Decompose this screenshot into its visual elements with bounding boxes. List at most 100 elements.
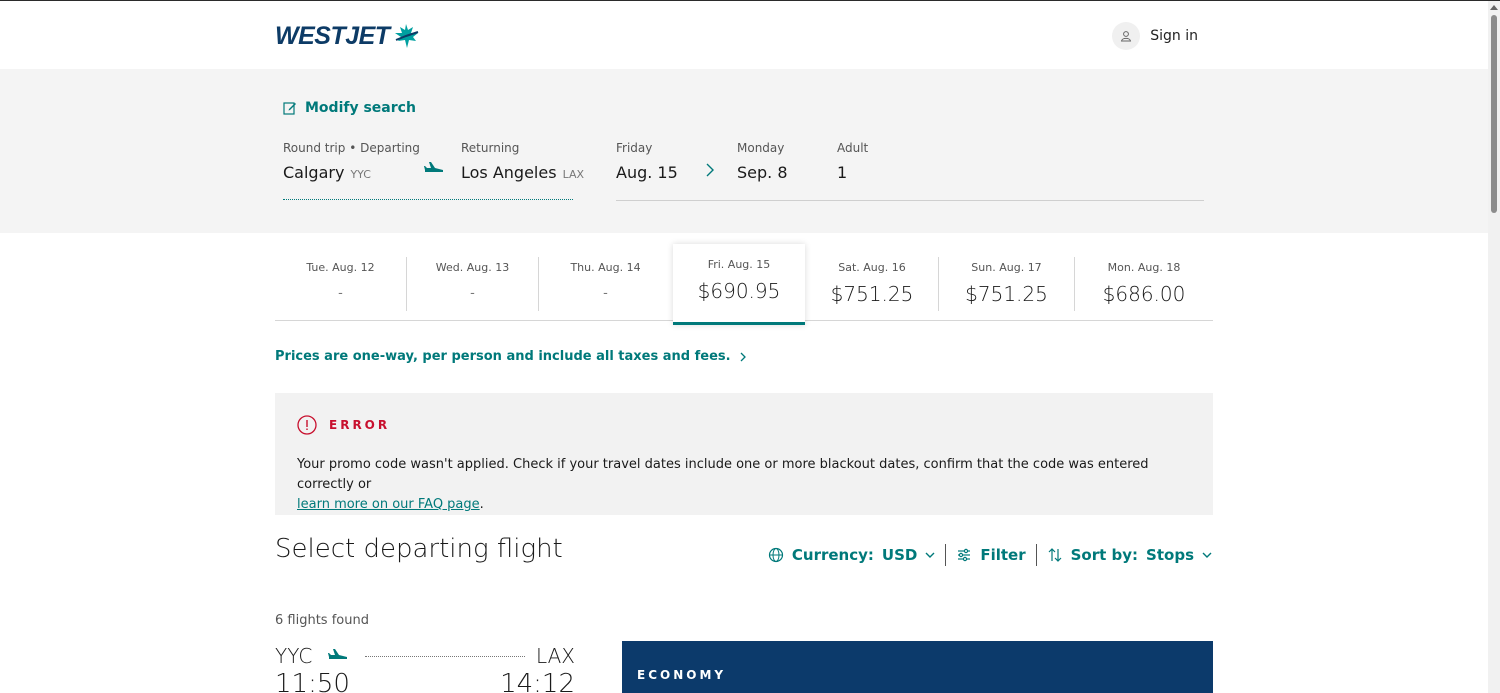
date-label: Thu. Aug. 14 [570,261,641,274]
return-date: Sep. 8 [737,163,788,182]
plane-icon [424,162,443,172]
scroll-up-arrow-icon[interactable] [1490,5,1498,10]
date-tab-selected[interactable]: Fri. Aug. 15 $690.95 [673,244,805,325]
sort-icon [1048,548,1062,562]
error-punct: . [479,497,484,512]
chevron-down-icon [1202,552,1212,558]
chevron-right-icon [740,352,746,361]
depart-date: Aug. 15 [616,163,678,182]
adult-label: Adult [837,141,869,155]
dates-underline [616,200,1204,201]
destination-field[interactable]: Returning Los Angeles LAX [461,141,584,182]
plane-icon [328,649,347,659]
date-tab[interactable]: Thu. Aug. 14 - [539,241,672,321]
sort-dropdown[interactable]: Sort by: Stops [1047,546,1212,564]
date-tab[interactable]: Tue. Aug. 12 - [275,241,406,321]
date-label: Fri. Aug. 15 [707,258,771,271]
filter-icon [958,548,971,562]
date-price: - [338,286,343,301]
trip-type: Round trip [283,141,346,155]
error-alert: ERROR Your promo code wasn't applied. Ch… [275,393,1213,515]
date-label: Wed. Aug. 13 [435,261,510,274]
filter-label: Filter [980,546,1026,564]
departing-label: Departing [360,141,420,155]
currency-value: USD [881,546,918,564]
date-label: Sat. Aug. 16 [838,261,906,274]
date-tab[interactable]: Sun. Aug. 17 $751.25 [939,241,1074,321]
currency-label: Currency: [791,546,874,564]
date-price: $686.00 [1102,282,1186,306]
page: WESTJET Sign in Modify search Round trip [0,0,1500,693]
user-icon [1112,22,1141,50]
prices-info-link[interactable]: Prices are one-way, per person and inclu… [275,349,747,364]
divider [945,544,947,566]
error-message: Your promo code wasn't applied. Check if… [297,455,1197,515]
origin-field[interactable]: Round trip • Departing Calgary YYC [283,141,420,182]
economy-fare-card[interactable]: ECONOMY [622,641,1213,693]
route-underline [283,199,573,200]
origin-code: YYC [350,168,371,181]
page-title: Select departing flight [275,534,563,564]
destination-city: Los Angeles [461,163,557,182]
alert-icon [297,415,317,435]
date-carousel: Tue. Aug. 12 - Wed. Aug. 13 - Thu. Aug. … [275,241,1213,325]
depart-date-field[interactable]: Friday Aug. 15 [616,141,678,182]
flight-route: YYC LAX [275,644,575,668]
currency-dropdown[interactable]: Currency: USD [768,546,935,564]
return-day: Monday [737,141,785,155]
origin-city: Calgary [283,163,345,182]
date-label: Mon. Aug. 18 [1107,261,1181,274]
origin-value: Calgary YYC [283,163,420,182]
prices-info-text: Prices are one-way, per person and inclu… [275,349,731,364]
sort-label: Sort by: [1070,546,1139,564]
filter-button[interactable]: Filter [956,546,1026,564]
return-date-field[interactable]: Monday Sep. 8 [737,141,788,182]
scrollbar[interactable] [1488,1,1500,693]
route-line [365,656,525,657]
divider [1035,544,1037,566]
date-price: $690.95 [697,279,781,303]
date-price: $751.25 [830,282,914,306]
site-header: WESTJET Sign in [0,1,1488,69]
bullet: • [349,141,361,155]
date-price: - [470,286,475,301]
search-summary: Modify search Round trip • Departing Cal… [0,69,1488,233]
sign-in-button[interactable]: Sign in [1112,22,1198,50]
date-price: $751.25 [965,282,1048,306]
returning-label: Returning [461,141,520,155]
error-header: ERROR [297,415,390,435]
cabin-label: ECONOMY [637,668,727,682]
modify-search-button[interactable]: Modify search [283,100,416,116]
selected-indicator [673,322,805,325]
flights-count: 6 flights found [275,613,369,628]
adult-count: 1 [837,163,848,182]
logo-text: WESTJET [275,21,390,50]
arrive-time: 14:12 [500,669,575,693]
westjet-logo[interactable]: WESTJET [275,21,420,51]
date-price: - [603,286,608,301]
passengers-field[interactable]: Adult 1 [837,141,868,182]
chevron-down-icon [925,552,935,558]
faq-link[interactable]: learn more on our FAQ page [297,497,480,512]
date-tab[interactable]: Mon. Aug. 18 $686.00 [1075,241,1213,321]
scroll-thumb[interactable] [1491,15,1497,213]
depart-time: 11:50 [275,669,350,693]
depart-day: Friday [616,141,653,155]
sign-in-label: Sign in [1150,28,1198,44]
date-label: Sun. Aug. 17 [971,261,1042,274]
destination-value: Los Angeles LAX [461,163,584,182]
results-toolbar: Currency: USD Filter Sort by: Stops [768,544,1212,566]
sort-value: Stops [1146,546,1194,564]
date-label: Tue. Aug. 12 [306,261,375,274]
date-tab[interactable]: Sat. Aug. 16 $751.25 [806,241,938,321]
error-text: Your promo code wasn't applied. Check if… [297,457,1149,492]
maple-leaf-icon [394,24,418,48]
error-title: ERROR [329,418,391,432]
chevron-right-icon [706,163,714,177]
destination-code: LAX [536,644,575,668]
date-tab[interactable]: Wed. Aug. 13 - [407,241,538,321]
destination-code: LAX [562,168,585,181]
origin-code: YYC [275,644,313,668]
globe-icon [768,547,783,563]
edit-icon [283,102,296,115]
